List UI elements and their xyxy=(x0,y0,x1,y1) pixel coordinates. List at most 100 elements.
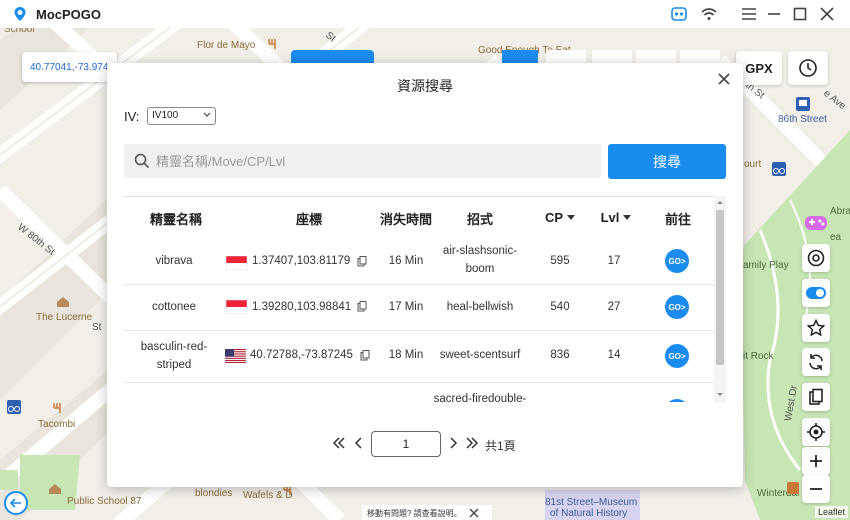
close-window-icon[interactable] xyxy=(818,5,836,23)
table-row: cottonee 1.39280,103.98841 17 Min heal-b… xyxy=(124,285,714,331)
back-button[interactable] xyxy=(4,491,28,515)
pokeball-icon xyxy=(807,249,825,267)
locate-me-button[interactable] xyxy=(802,418,830,446)
minimize-icon[interactable] xyxy=(765,5,783,23)
last-page-icon[interactable] xyxy=(465,436,479,450)
history-button[interactable] xyxy=(788,51,828,85)
scroll-up-icon[interactable] xyxy=(716,199,724,205)
poi-rock: it Rock xyxy=(743,351,774,362)
resource-search-dialog: 資源搜尋 IV: IV100 搜尋 精靈名稱 座標 消失時間 招式 CP Lvl… xyxy=(107,63,743,487)
pokeball-button[interactable] xyxy=(802,244,830,272)
search-input[interactable] xyxy=(156,144,586,178)
star-icon xyxy=(807,319,825,337)
go-button[interactable]: GO> xyxy=(665,249,689,273)
refresh-button[interactable] xyxy=(802,348,830,376)
column-header-moves: 招式 xyxy=(466,212,493,227)
building-pin-icon xyxy=(57,297,69,307)
gamepad-icon[interactable] xyxy=(670,5,688,23)
wifi-icon[interactable] xyxy=(700,5,718,23)
pokemon-name: cottonee xyxy=(151,301,197,313)
moves: heal-bellwish xyxy=(446,301,514,313)
column-header-coords: 座標 xyxy=(295,212,322,227)
restaurant-pin-icon xyxy=(268,39,276,49)
table-row: vibrava 1.37407,103.81179 16 Min air-sla… xyxy=(124,238,714,285)
school-pin-icon xyxy=(49,484,61,494)
lvl-value: 14 xyxy=(607,349,621,361)
zoom-out-button[interactable] xyxy=(802,475,830,503)
copy-icon[interactable] xyxy=(357,256,367,267)
poi-blondies: blondies xyxy=(195,488,233,499)
column-header-lvl-sort[interactable]: Lvl xyxy=(590,209,642,227)
column-header-expire: 消失時間 xyxy=(379,212,432,227)
arrow-left-icon xyxy=(9,498,21,508)
zoom-in-button[interactable] xyxy=(802,447,830,475)
iv-select-value: IV100 xyxy=(152,110,179,121)
copy-icon[interactable] xyxy=(357,301,367,312)
cp-value: 595 xyxy=(550,255,570,267)
scrollbar-thumb[interactable] xyxy=(716,210,724,365)
crosshair-icon xyxy=(807,423,825,441)
iv-select[interactable]: IV100 xyxy=(147,107,216,125)
iv-label: IV: xyxy=(124,109,140,124)
table-header: 精靈名稱 座標 消失時間 招式 CP Lvl 前往 xyxy=(124,197,714,238)
column-header-go: 前往 xyxy=(664,212,691,227)
results-table: 精靈名稱 座標 消失時間 招式 CP Lvl 前往 vibrava 1.3740… xyxy=(124,196,726,402)
search-button[interactable]: 搜尋 xyxy=(608,144,726,179)
app-logo-icon xyxy=(14,7,26,21)
search-field[interactable] xyxy=(124,144,601,178)
game-controller-icon xyxy=(805,216,827,230)
leaflet-attribution[interactable]: Leaflet xyxy=(815,506,849,518)
app-title: MocPOGO xyxy=(36,6,102,22)
station-museum-line1: 81st Street–Museum xyxy=(545,497,638,508)
toggle-icon xyxy=(806,287,826,299)
cp-value: 540 xyxy=(550,301,570,313)
table-row: sacred-firedouble- xyxy=(124,383,714,402)
go-button[interactable]: GO> xyxy=(665,295,689,319)
cp-value: 836 xyxy=(550,349,570,361)
page-total-label: 共1頁 xyxy=(485,439,516,453)
minus-icon xyxy=(810,488,822,490)
close-icon[interactable] xyxy=(717,72,731,86)
pokemon-game-button[interactable] xyxy=(802,208,830,236)
street-label-st-b: St xyxy=(92,322,102,333)
coordinates: 1.39280,103.98841 xyxy=(252,301,352,313)
column-header-cp: CP xyxy=(544,210,564,225)
clipboard-button[interactable] xyxy=(802,383,830,411)
go-button[interactable] xyxy=(665,399,689,402)
singapore-flag-icon xyxy=(226,300,247,314)
page-number-input[interactable]: 1 xyxy=(371,431,441,457)
pokemon-name: basculin-red-striped xyxy=(140,341,208,371)
expire-time: 16 Min xyxy=(388,255,424,267)
menu-icon[interactable] xyxy=(740,5,758,23)
clock-icon xyxy=(799,59,817,77)
column-header-cp-sort[interactable]: CP xyxy=(534,209,586,227)
poi-court: ourt xyxy=(744,159,762,170)
sort-caret-icon xyxy=(623,215,632,221)
coordinate-input[interactable]: 40.77041,-73.974 xyxy=(22,52,117,82)
column-header-name: 精靈名稱 xyxy=(149,212,202,227)
first-page-icon[interactable] xyxy=(332,436,346,450)
next-page-icon[interactable] xyxy=(448,436,458,450)
banner-close-icon[interactable] xyxy=(469,508,479,518)
title-bar: MocPOGO xyxy=(0,0,850,28)
favorites-button[interactable] xyxy=(802,314,830,342)
poi-family-play: amily Play xyxy=(743,260,789,271)
maximize-icon[interactable] xyxy=(791,5,809,23)
sort-caret-icon xyxy=(567,215,576,221)
subway-pin-icon xyxy=(796,97,810,111)
scroll-down-icon[interactable] xyxy=(716,392,724,398)
poi-flor-de-mayo: Flor de Mayo xyxy=(197,40,256,51)
search-icon xyxy=(134,153,150,169)
prev-page-icon[interactable] xyxy=(354,436,364,450)
dialog-title: 資源搜尋 xyxy=(397,78,453,94)
copy-icon xyxy=(809,388,823,405)
pokemon-name: vibrava xyxy=(155,255,193,267)
toggle-button[interactable] xyxy=(802,279,830,307)
bike-pin-icon-2 xyxy=(772,162,786,176)
copy-icon[interactable] xyxy=(360,350,370,361)
go-button[interactable]: GO> xyxy=(665,344,689,368)
plus-icon xyxy=(810,455,822,467)
expire-time: 18 Min xyxy=(388,349,424,361)
lvl-value: 27 xyxy=(607,301,621,313)
moves: sweet-scentsurf xyxy=(439,349,521,361)
